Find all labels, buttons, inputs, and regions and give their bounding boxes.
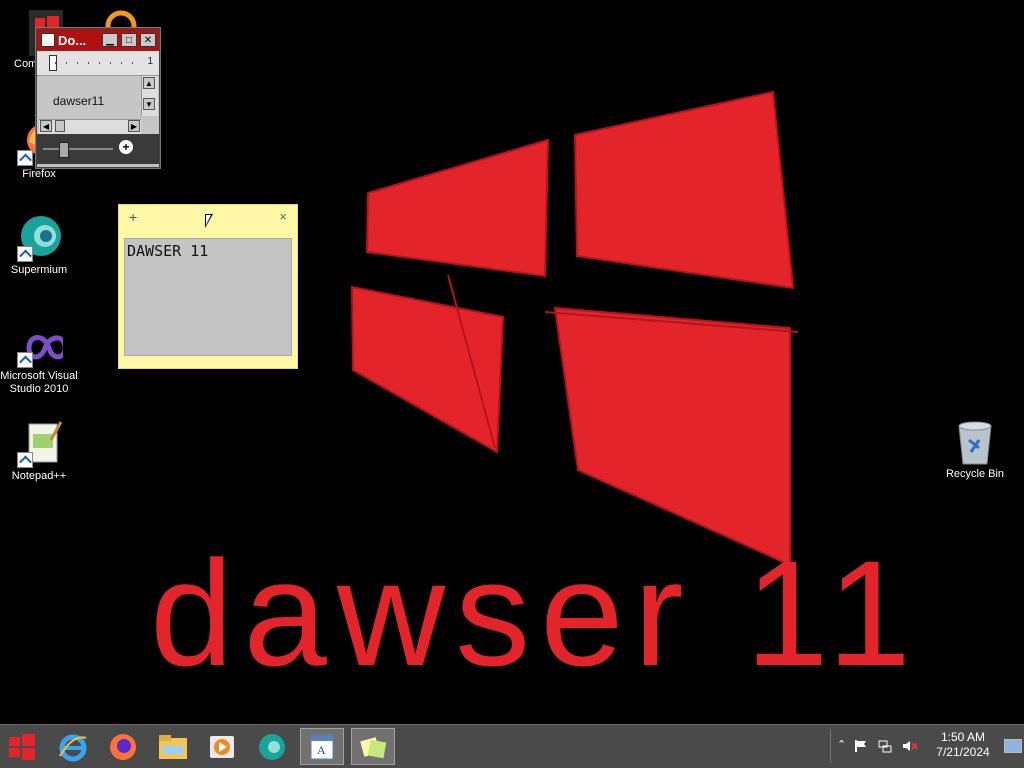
shortcut-arrow-icon: [17, 452, 33, 468]
zoom-slider[interactable]: [59, 142, 69, 158]
media-player-icon: [210, 735, 234, 758]
ruler: 1: [37, 51, 159, 76]
add-note-button[interactable]: +: [129, 209, 137, 225]
mouse-pointer-icon: [205, 214, 213, 228]
visual-studio-icon: [15, 328, 68, 368]
clock-time: 1:50 AM: [940, 730, 986, 744]
close-note-button[interactable]: ×: [279, 209, 287, 224]
volume-muted-icon[interactable]: [902, 739, 918, 753]
minimize-button[interactable]: ▁: [102, 33, 118, 47]
shortcut-arrow-icon: [17, 246, 33, 262]
wordpad-icon: A: [310, 734, 334, 759]
scroll-down-icon[interactable]: ▼: [143, 98, 155, 110]
desktop-icon-label: Firefox: [22, 168, 56, 180]
internet-explorer-icon: [59, 734, 87, 761]
supermium-icon: [15, 214, 63, 262]
desktop-icon-notepadpp[interactable]: Notepad++: [0, 420, 78, 483]
sticky-note[interactable]: + × DAWSER 11: [118, 204, 298, 369]
document-area[interactable]: dawser11 ▲ ▼ ◀ ▶: [37, 76, 159, 134]
sticky-notes-icon: [360, 736, 387, 758]
recycle-bin-icon: [951, 418, 999, 466]
desktop-icon-recycle-bin[interactable]: Recycle Bin: [936, 418, 1014, 481]
wallpaper-text: dawser 11: [150, 529, 921, 697]
zoom-track: [43, 148, 113, 150]
taskbar-media-player[interactable]: [200, 728, 244, 765]
zoom-in-icon[interactable]: +: [119, 140, 133, 154]
folder-icon: [159, 734, 187, 759]
taskbar-wordpad[interactable]: A: [300, 728, 344, 765]
note-text[interactable]: DAWSER 11: [124, 238, 292, 356]
taskbar-sticky-notes[interactable]: [351, 728, 395, 765]
svg-text:A: A: [317, 743, 326, 757]
scroll-right-icon[interactable]: ▶: [128, 120, 140, 132]
document-text: dawser11: [53, 94, 105, 108]
close-button[interactable]: ✕: [140, 33, 156, 47]
desktop-icon-label: Supermium: [10, 264, 68, 276]
action-center-flag-icon[interactable]: [854, 739, 868, 753]
horizontal-scrollbar[interactable]: ◀ ▶: [39, 119, 141, 134]
mini-window[interactable]: Do... ▁ □ ✕ 1 dawser11 ▲ ▼ ◀ ▶ +: [36, 28, 160, 168]
desktop-icon-label: Recycle Bin: [945, 468, 1005, 480]
shortcut-arrow-icon: [17, 150, 33, 166]
chevron-up-icon[interactable]: ⌃: [837, 738, 846, 751]
notepadpp-icon: [15, 420, 63, 468]
app-icon: [41, 33, 55, 47]
scroll-up-icon[interactable]: ▲: [143, 77, 155, 89]
network-icon[interactable]: [878, 739, 892, 753]
maximize-button[interactable]: □: [121, 33, 137, 47]
tray-separator: [830, 729, 831, 763]
firefox-icon: [110, 733, 136, 760]
window-title: Do...: [58, 32, 87, 48]
vertical-scrollbar[interactable]: ▲ ▼: [141, 76, 158, 116]
desktop-icon-supermium[interactable]: Supermium: [0, 214, 78, 277]
desktop-icon-label: Notepad++: [11, 470, 67, 482]
desktop-icon-visual-studio[interactable]: Microsoft Visual Studio 2010: [0, 328, 78, 396]
supermium-icon: [259, 733, 285, 760]
ruler-value: 1: [147, 56, 153, 67]
shortcut-arrow-icon: [17, 352, 33, 368]
clock[interactable]: 1:50 AM 7/21/2024: [922, 730, 1004, 760]
start-logo-icon: [9, 733, 35, 760]
show-desktop-button[interactable]: [1004, 739, 1022, 753]
ruler-ticks: [55, 62, 141, 64]
system-tray: ⌃ 1:50 AM 7/21/2024: [830, 725, 1024, 768]
clock-date: 7/21/2024: [936, 745, 990, 759]
zoom-bar: +: [37, 134, 159, 164]
window-titlebar[interactable]: Do... ▁ □ ✕: [37, 29, 159, 51]
desktop-icon-label: Microsoft Visual Studio 2010: [0, 370, 78, 395]
taskbar-file-explorer[interactable]: [151, 728, 195, 765]
scroll-thumb[interactable]: [55, 120, 65, 132]
start-button[interactable]: [0, 725, 44, 768]
taskbar: A ⌃ 1:50 AM 7/21/2024: [0, 724, 1024, 768]
taskbar-firefox[interactable]: [101, 728, 145, 765]
taskbar-internet-explorer[interactable]: [51, 728, 95, 765]
scroll-left-icon[interactable]: ◀: [40, 120, 52, 132]
taskbar-supermium[interactable]: [250, 728, 294, 765]
